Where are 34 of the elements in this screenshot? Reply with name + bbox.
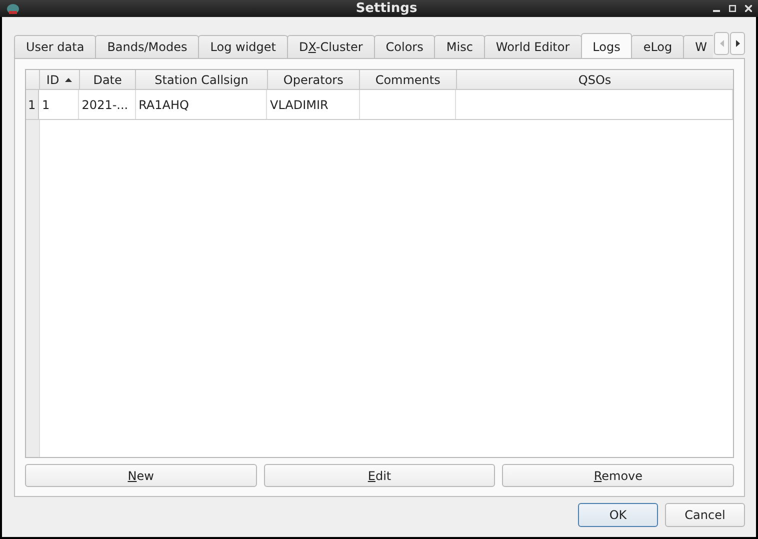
tab[interactable]: Log widget bbox=[198, 35, 288, 58]
action-button[interactable]: Remove bbox=[502, 464, 734, 487]
window-title: Settings bbox=[354, 1, 418, 16]
tab[interactable]: Misc bbox=[434, 35, 485, 58]
column-header[interactable]: QSOs bbox=[456, 70, 733, 89]
scroll-right-button[interactable] bbox=[730, 32, 745, 55]
tab[interactable]: W bbox=[683, 35, 713, 58]
left-arrow-icon bbox=[720, 40, 724, 47]
column-header[interactable]: Date bbox=[80, 70, 136, 89]
table-cell: 2021-... bbox=[78, 90, 136, 119]
column-header[interactable]: Station Callsign bbox=[136, 70, 268, 89]
table-cell: VLADIMIR bbox=[267, 90, 360, 119]
table-cell: RA1AHQ bbox=[136, 90, 267, 119]
action-button[interactable]: New bbox=[25, 464, 257, 487]
action-button[interactable]: Edit bbox=[264, 464, 496, 487]
maximize-icon[interactable] bbox=[729, 5, 736, 12]
tab[interactable]: eLog bbox=[631, 35, 684, 58]
tab[interactable]: Logs bbox=[580, 33, 632, 58]
right-arrow-icon bbox=[736, 40, 740, 47]
column-header[interactable]: Comments bbox=[360, 70, 457, 89]
tab[interactable]: Colors bbox=[374, 35, 436, 58]
sort-arrow-icon bbox=[65, 78, 72, 82]
app-icon bbox=[6, 2, 20, 14]
close-icon[interactable] bbox=[745, 5, 752, 12]
dialog-button[interactable]: Cancel bbox=[665, 503, 745, 527]
row-number: 1 bbox=[26, 90, 39, 119]
column-header[interactable]: Operators bbox=[268, 70, 360, 89]
tab[interactable]: World Editor bbox=[484, 35, 582, 58]
tab[interactable]: DX-Cluster bbox=[286, 35, 375, 58]
table-cell: 1 bbox=[38, 90, 79, 119]
tab[interactable]: Bands/Modes bbox=[95, 35, 200, 58]
dialog-button[interactable]: OK bbox=[578, 503, 658, 527]
tab[interactable]: User data bbox=[14, 35, 96, 58]
column-header[interactable]: ID bbox=[40, 70, 80, 89]
